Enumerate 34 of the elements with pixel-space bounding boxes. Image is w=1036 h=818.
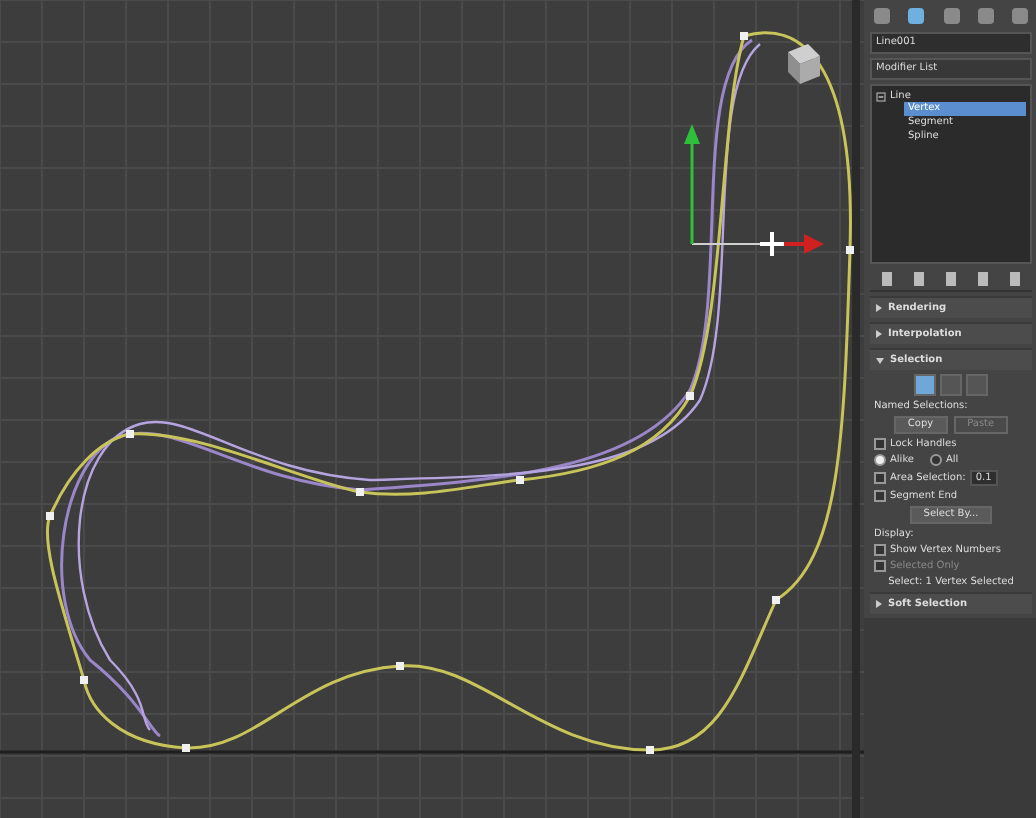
stack-tool-icon[interactable] xyxy=(945,272,956,286)
panel-tab-icon[interactable] xyxy=(943,8,959,24)
vertex-handle[interactable] xyxy=(686,392,694,400)
cube-icon xyxy=(788,44,820,84)
panel-tab-icon[interactable] xyxy=(874,8,890,24)
vertex-handle[interactable] xyxy=(356,488,364,496)
vertex-handle[interactable] xyxy=(740,32,748,40)
checkbox[interactable] xyxy=(874,544,886,556)
vertex-handle[interactable] xyxy=(646,746,654,754)
panel-tab-icon[interactable] xyxy=(977,8,994,24)
stack-tool-icon[interactable] xyxy=(1010,272,1021,286)
checkbox[interactable] xyxy=(874,438,886,450)
viewport[interactable] xyxy=(0,0,864,818)
vertex-handle[interactable] xyxy=(396,662,404,670)
vertex-handle[interactable] xyxy=(126,430,134,438)
vertex-handle[interactable] xyxy=(46,512,54,520)
move-gizmo-drawing[interactable] xyxy=(684,124,824,256)
vertex-handle[interactable] xyxy=(846,246,854,254)
vertex-handle[interactable] xyxy=(80,676,88,684)
stack-tool-icon[interactable] xyxy=(978,272,989,286)
checkbox[interactable] xyxy=(874,490,886,502)
stack-tool-icon[interactable] xyxy=(881,272,892,286)
expand-toggle-icon[interactable] xyxy=(876,91,886,101)
vertex-handle[interactable] xyxy=(772,596,780,604)
radio-button[interactable] xyxy=(874,454,886,466)
vertex-handle[interactable] xyxy=(516,476,524,484)
subobject-icon[interactable] xyxy=(914,374,936,396)
radio-button[interactable] xyxy=(930,454,942,466)
spline-curve[interactable] xyxy=(45,31,852,752)
stack-tool-icon[interactable] xyxy=(913,272,924,286)
vertex-handle[interactable] xyxy=(182,744,190,752)
checkbox[interactable] xyxy=(874,472,886,484)
panel-tab-icon[interactable] xyxy=(1012,8,1028,24)
panel-tab-icon[interactable] xyxy=(908,8,925,24)
